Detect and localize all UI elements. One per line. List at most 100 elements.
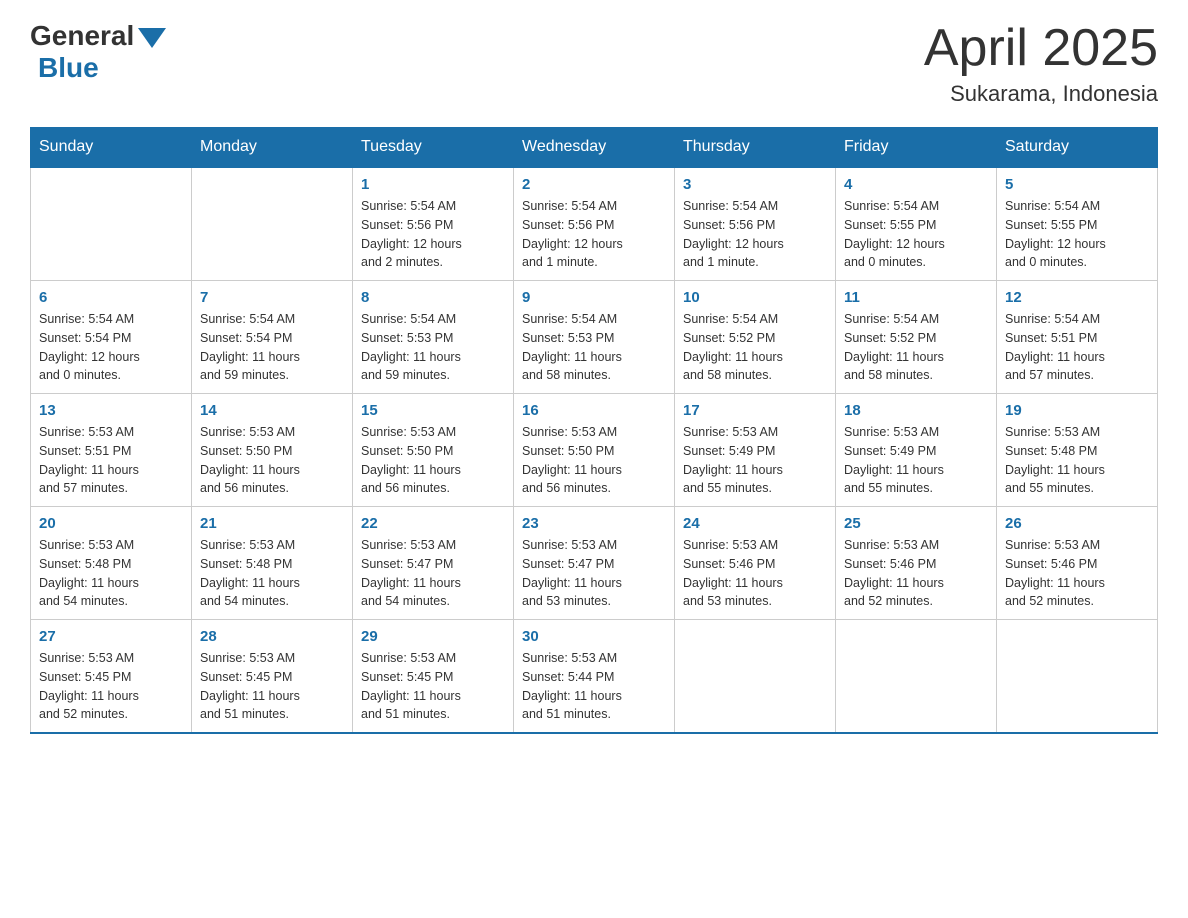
calendar-title: April 2025	[924, 20, 1158, 77]
calendar-cell: 4 Sunrise: 5:54 AM Sunset: 5:55 PM Daylig…	[836, 167, 997, 281]
calendar-week-row: 1 Sunrise: 5:54 AM Sunset: 5:56 PM Daylig…	[31, 167, 1158, 281]
calendar-subtitle: Sukarama, Indonesia	[924, 81, 1158, 107]
day-info: Sunrise: 5:54 AM Sunset: 5:52 PM Dayligh…	[683, 310, 827, 385]
day-number: 11	[844, 289, 988, 306]
calendar-table: SundayMondayTuesdayWednesdayThursdayFrid…	[30, 127, 1158, 734]
day-info: Sunrise: 5:53 AM Sunset: 5:49 PM Dayligh…	[844, 423, 988, 498]
calendar-cell	[675, 620, 836, 734]
calendar-cell: 12 Sunrise: 5:54 AM Sunset: 5:51 PM Dayli…	[997, 281, 1158, 394]
calendar-week-row: 6 Sunrise: 5:54 AM Sunset: 5:54 PM Daylig…	[31, 281, 1158, 394]
calendar-cell: 23Sunrise: 5:53 AM Sunset: 5:47 PM Dayli…	[514, 507, 675, 620]
day-info: Sunrise: 5:54 AM Sunset: 5:52 PM Dayligh…	[844, 310, 988, 385]
day-number: 4	[844, 176, 988, 193]
day-number: 18	[844, 402, 988, 419]
calendar-week-row: 20 Sunrise: 5:53 AM Sunset: 5:48 PM Dayli…	[31, 507, 1158, 620]
calendar-cell: 20 Sunrise: 5:53 AM Sunset: 5:48 PM Dayli…	[31, 507, 192, 620]
logo-blue-text: Blue	[38, 52, 99, 83]
day-number: 28	[200, 628, 344, 645]
day-number: 23	[522, 515, 666, 532]
day-info: Sunrise: 5:53 AM Sunset: 5:48 PM Dayligh…	[200, 536, 344, 611]
calendar-cell: 30 Sunrise: 5:53 AM Sunset: 5:44 PM Dayli…	[514, 620, 675, 734]
logo-general-text: General	[30, 20, 134, 52]
calendar-cell: 9 Sunrise: 5:54 AM Sunset: 5:53 PM Daylig…	[514, 281, 675, 394]
day-info: Sunrise: 5:53 AM Sunset: 5:46 PM Dayligh…	[683, 536, 827, 611]
day-number: 13	[39, 402, 183, 419]
day-info: Sunrise: 5:53 AM Sunset: 5:45 PM Dayligh…	[39, 649, 183, 724]
calendar-cell: 5Sunrise: 5:54 AM Sunset: 5:55 PM Daylig…	[997, 167, 1158, 281]
day-number: 17	[683, 402, 827, 419]
day-info: Sunrise: 5:53 AM Sunset: 5:45 PM Dayligh…	[200, 649, 344, 724]
day-number: 2	[522, 176, 666, 193]
calendar-cell	[192, 167, 353, 281]
day-info: Sunrise: 5:54 AM Sunset: 5:56 PM Dayligh…	[683, 197, 827, 272]
calendar-cell	[31, 167, 192, 281]
day-of-week-header: Tuesday	[353, 128, 514, 168]
calendar-cell: 26Sunrise: 5:53 AM Sunset: 5:46 PM Dayli…	[997, 507, 1158, 620]
day-number: 25	[844, 515, 988, 532]
calendar-cell: 7 Sunrise: 5:54 AM Sunset: 5:54 PM Daylig…	[192, 281, 353, 394]
day-info: Sunrise: 5:54 AM Sunset: 5:53 PM Dayligh…	[361, 310, 505, 385]
day-number: 3	[683, 176, 827, 193]
calendar-cell: 15Sunrise: 5:53 AM Sunset: 5:50 PM Dayli…	[353, 394, 514, 507]
day-number: 9	[522, 289, 666, 306]
calendar-cell: 8Sunrise: 5:54 AM Sunset: 5:53 PM Daylig…	[353, 281, 514, 394]
day-number: 10	[683, 289, 827, 306]
calendar-cell: 10 Sunrise: 5:54 AM Sunset: 5:52 PM Dayli…	[675, 281, 836, 394]
day-info: Sunrise: 5:54 AM Sunset: 5:55 PM Dayligh…	[844, 197, 988, 272]
day-number: 7	[200, 289, 344, 306]
logo: General Blue	[30, 20, 166, 84]
day-of-week-header: Thursday	[675, 128, 836, 168]
logo-triangle-icon	[138, 28, 166, 48]
calendar-week-row: 27 Sunrise: 5:53 AM Sunset: 5:45 PM Dayli…	[31, 620, 1158, 734]
calendar-cell: 25 Sunrise: 5:53 AM Sunset: 5:46 PM Dayli…	[836, 507, 997, 620]
calendar-cell: 1 Sunrise: 5:54 AM Sunset: 5:56 PM Daylig…	[353, 167, 514, 281]
day-number: 30	[522, 628, 666, 645]
calendar-cell: 14 Sunrise: 5:53 AM Sunset: 5:50 PM Dayli…	[192, 394, 353, 507]
calendar-cell	[836, 620, 997, 734]
day-info: Sunrise: 5:54 AM Sunset: 5:56 PM Dayligh…	[361, 197, 505, 272]
day-number: 14	[200, 402, 344, 419]
day-info: Sunrise: 5:54 AM Sunset: 5:54 PM Dayligh…	[200, 310, 344, 385]
day-info: Sunrise: 5:53 AM Sunset: 5:50 PM Dayligh…	[200, 423, 344, 498]
calendar-cell: 24 Sunrise: 5:53 AM Sunset: 5:46 PM Dayli…	[675, 507, 836, 620]
day-info: Sunrise: 5:53 AM Sunset: 5:44 PM Dayligh…	[522, 649, 666, 724]
day-number: 16	[522, 402, 666, 419]
day-of-week-header: Sunday	[31, 128, 192, 168]
day-info: Sunrise: 5:53 AM Sunset: 5:46 PM Dayligh…	[1005, 536, 1149, 611]
calendar-cell: 22Sunrise: 5:53 AM Sunset: 5:47 PM Dayli…	[353, 507, 514, 620]
calendar-cell: 6 Sunrise: 5:54 AM Sunset: 5:54 PM Daylig…	[31, 281, 192, 394]
day-info: Sunrise: 5:54 AM Sunset: 5:54 PM Dayligh…	[39, 310, 183, 385]
day-info: Sunrise: 5:54 AM Sunset: 5:51 PM Dayligh…	[1005, 310, 1149, 385]
day-of-week-header: Friday	[836, 128, 997, 168]
day-of-week-header: Wednesday	[514, 128, 675, 168]
page-header: General Blue April 2025 Sukarama, Indone…	[30, 20, 1158, 107]
day-number: 22	[361, 515, 505, 532]
day-number: 6	[39, 289, 183, 306]
day-number: 27	[39, 628, 183, 645]
calendar-week-row: 13 Sunrise: 5:53 AM Sunset: 5:51 PM Dayli…	[31, 394, 1158, 507]
title-block: April 2025 Sukarama, Indonesia	[924, 20, 1158, 107]
calendar-cell: 2Sunrise: 5:54 AM Sunset: 5:56 PM Daylig…	[514, 167, 675, 281]
day-info: Sunrise: 5:53 AM Sunset: 5:50 PM Dayligh…	[361, 423, 505, 498]
calendar-cell: 18 Sunrise: 5:53 AM Sunset: 5:49 PM Dayli…	[836, 394, 997, 507]
day-of-week-header: Saturday	[997, 128, 1158, 168]
day-number: 29	[361, 628, 505, 645]
day-info: Sunrise: 5:53 AM Sunset: 5:51 PM Dayligh…	[39, 423, 183, 498]
calendar-cell: 13 Sunrise: 5:53 AM Sunset: 5:51 PM Dayli…	[31, 394, 192, 507]
calendar-header-row: SundayMondayTuesdayWednesdayThursdayFrid…	[31, 128, 1158, 168]
day-number: 12	[1005, 289, 1149, 306]
day-number: 1	[361, 176, 505, 193]
day-info: Sunrise: 5:53 AM Sunset: 5:46 PM Dayligh…	[844, 536, 988, 611]
calendar-cell: 16 Sunrise: 5:53 AM Sunset: 5:50 PM Dayli…	[514, 394, 675, 507]
calendar-cell: 11 Sunrise: 5:54 AM Sunset: 5:52 PM Dayli…	[836, 281, 997, 394]
day-info: Sunrise: 5:54 AM Sunset: 5:53 PM Dayligh…	[522, 310, 666, 385]
day-number: 21	[200, 515, 344, 532]
calendar-cell: 27 Sunrise: 5:53 AM Sunset: 5:45 PM Dayli…	[31, 620, 192, 734]
day-number: 24	[683, 515, 827, 532]
calendar-cell	[997, 620, 1158, 734]
day-number: 5	[1005, 176, 1149, 193]
day-info: Sunrise: 5:53 AM Sunset: 5:48 PM Dayligh…	[39, 536, 183, 611]
calendar-cell: 17Sunrise: 5:53 AM Sunset: 5:49 PM Dayli…	[675, 394, 836, 507]
day-number: 20	[39, 515, 183, 532]
day-info: Sunrise: 5:53 AM Sunset: 5:50 PM Dayligh…	[522, 423, 666, 498]
